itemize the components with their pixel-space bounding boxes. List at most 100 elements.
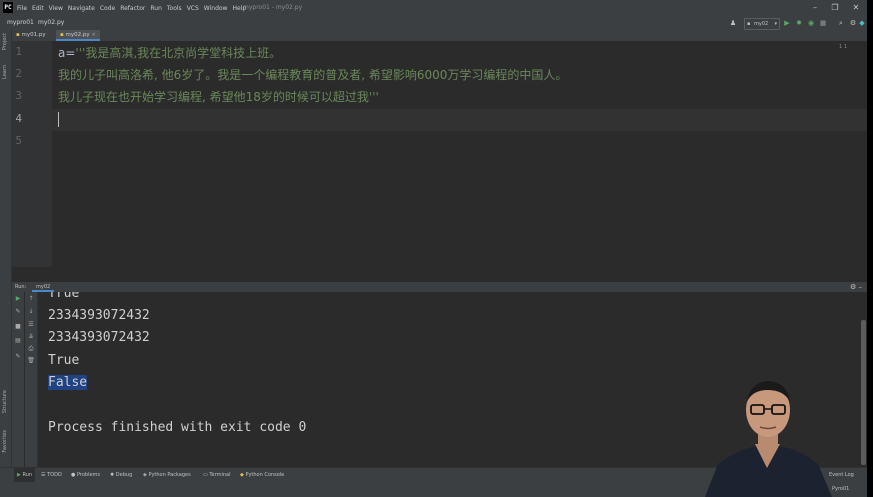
code-line-3: 我儿子现在也开始学习编程, 希望他18岁的时候可以超过我''' — [58, 90, 379, 104]
menu-view[interactable]: View — [49, 5, 63, 12]
navigation-bar: mypro01 my02.py ♟ ▪ my02 ▾ ▶ ✹ ◉ ■ ⌕ ⚙ ◆ — [0, 16, 867, 31]
run-config-selector[interactable]: ▪ my02 ▾ — [744, 18, 780, 30]
minimize-icon[interactable]: – — [808, 2, 822, 14]
string-literal: '''我是高淇,我在北京尚学堂科技上班。 — [75, 46, 282, 60]
ide-window: PC File Edit View Navigate Code Refactor… — [0, 0, 867, 497]
bug-icon: ✹ — [110, 472, 115, 478]
menu-edit[interactable]: Edit — [32, 5, 44, 12]
bottom-tab-label: TODO — [47, 472, 62, 478]
line-number-gutter: 1 2 3 4 5 — [12, 41, 52, 267]
bottom-tab-label: Debug — [115, 472, 133, 478]
bottom-tab-label: Terminal — [209, 472, 231, 478]
close-icon[interactable]: ✕ — [849, 2, 863, 14]
rerun-icon[interactable]: ▶ — [13, 294, 23, 304]
tab-label: my01.py — [21, 32, 46, 38]
bottom-tab-label: Python Packages — [148, 472, 191, 478]
scroll-down-icon[interactable]: ↓ — [26, 307, 36, 317]
inspection-widget[interactable]: 1 1 — [839, 44, 847, 50]
scroll-up-icon[interactable]: ↑ — [26, 294, 36, 304]
screen-edge — [867, 0, 873, 497]
text-caret — [58, 112, 59, 127]
problems-icon: ● — [71, 472, 76, 478]
menu-code[interactable]: Code — [100, 5, 115, 12]
layout-icon[interactable]: ▤ — [13, 336, 23, 346]
menu-navigate[interactable]: Navigate — [68, 5, 95, 12]
menu-file[interactable]: File — [17, 5, 27, 12]
project-tool-button[interactable]: Project — [2, 33, 8, 50]
run-tab[interactable]: my02 — [32, 282, 55, 292]
bottom-tab-label: Run — [22, 472, 33, 478]
editor-tabs: ▪ my01.py ▪ my02.py × — [12, 30, 867, 41]
bottom-tab-python-packages[interactable]: ◈ Python Packages — [140, 468, 194, 483]
panel-splitter[interactable] — [12, 267, 867, 282]
update-icon[interactable]: ◆ — [857, 18, 867, 28]
run-panel-label: Run: — [15, 284, 27, 290]
vcs-user-icon[interactable]: ♟ — [728, 18, 738, 28]
learn-tool-button[interactable]: Learn — [2, 65, 8, 79]
output-line: True — [48, 353, 80, 368]
bottom-tab-debug[interactable]: ✹ Debug — [107, 468, 135, 483]
bottom-tab-todo[interactable]: ☰ TODO — [38, 468, 65, 483]
bottom-tab-label: Problems — [76, 472, 101, 478]
output-line: True — [48, 292, 80, 301]
output-line: 2334393072432 — [48, 308, 150, 323]
left-tool-strip: Project Learn Structure Favorites — [0, 30, 12, 467]
bottom-tab-terminal[interactable]: ▭ Terminal — [200, 468, 233, 483]
close-tab-icon[interactable]: × — [91, 32, 96, 38]
wrench-icon[interactable]: ✎ — [13, 307, 23, 317]
run-toolbar-secondary: ↑ ↓ ☰ ⇊ ⎙ 🗑 — [25, 292, 38, 467]
run-icon: ▶ — [17, 472, 21, 478]
menu-items: File Edit View Navigate Code Refactor Ru… — [17, 2, 246, 14]
bottom-tab-problems[interactable]: ● Problems — [68, 468, 103, 483]
tab-label: my02.py — [65, 32, 90, 38]
output-line: 2334393072432 — [48, 330, 150, 345]
output-line-selected: False — [48, 375, 88, 390]
run-config-label: my02 — [754, 21, 769, 27]
assign-operator: = — [65, 46, 76, 60]
breadcrumb-file[interactable]: my02.py — [38, 18, 64, 28]
menu-window[interactable]: Window — [204, 5, 228, 12]
soft-wrap-icon[interactable]: ☰ — [26, 320, 36, 330]
python-file-icon: ▪ — [16, 32, 20, 38]
coverage-icon[interactable]: ◉ — [806, 18, 816, 28]
python-icon: ◆ — [240, 472, 244, 478]
menu-run[interactable]: Run — [150, 5, 162, 12]
trash-icon[interactable]: 🗑 — [26, 356, 36, 366]
window-title: mypro01 - my02.py — [243, 4, 303, 11]
pycharm-logo-icon: PC — [3, 2, 13, 13]
structure-tool-button[interactable]: Structure — [2, 390, 8, 413]
console-scrollbar[interactable] — [861, 320, 866, 465]
tab-my01[interactable]: ▪ my01.py — [12, 30, 50, 41]
code-editor[interactable]: 1 2 3 4 5 a='''我是高淇,我在北京尚学堂科技上班。 我的儿子叫高洛… — [12, 41, 867, 267]
code-line-1: a='''我是高淇,我在北京尚学堂科技上班。 — [58, 44, 281, 61]
line-number: 3 — [15, 89, 22, 102]
breadcrumb-project[interactable]: mypro01 — [7, 18, 34, 28]
search-icon[interactable]: ⌕ — [836, 18, 846, 28]
line-number: 1 — [15, 45, 22, 58]
bottom-tab-python-console[interactable]: ◆ Python Console — [237, 468, 287, 483]
run-settings-icon[interactable]: ⚙ – — [850, 282, 862, 292]
run-panel-header: Run: my02 ⚙ – — [12, 282, 867, 292]
menu-bar: PC File Edit View Navigate Code Refactor… — [0, 0, 867, 16]
process-finished-line: Process finished with exit code 0 — [48, 420, 307, 435]
print-icon[interactable]: ⎙ — [26, 344, 36, 354]
menu-vcs[interactable]: VCS — [187, 5, 199, 12]
python-file-icon: ▪ — [60, 32, 64, 38]
debug-icon[interactable]: ✹ — [794, 18, 804, 28]
menu-refactor[interactable]: Refactor — [120, 5, 145, 12]
chevron-down-icon: ▾ — [774, 21, 777, 27]
favorites-tool-button[interactable]: Favorites — [2, 430, 8, 453]
maximize-icon[interactable]: ❐ — [828, 2, 842, 14]
stop-icon[interactable]: ■ — [818, 18, 828, 28]
package-icon: ◈ — [143, 472, 147, 478]
run-icon[interactable]: ▶ — [782, 18, 792, 28]
scroll-to-end-icon[interactable]: ⇊ — [26, 332, 36, 342]
tab-my02[interactable]: ▪ my02.py × — [56, 30, 100, 41]
terminal-icon: ▭ — [203, 472, 208, 478]
pin-icon[interactable]: ✎ — [13, 352, 23, 362]
bottom-tab-run[interactable]: ▶ Run — [14, 468, 36, 483]
line-number: 2 — [15, 67, 22, 80]
stop-icon[interactable]: ■ — [13, 322, 23, 332]
code-line-2: 我的儿子叫高洛希, 他6岁了。我是一个编程教育的普及者, 希望影响6000万学习… — [58, 68, 568, 82]
menu-tools[interactable]: Tools — [167, 5, 182, 12]
